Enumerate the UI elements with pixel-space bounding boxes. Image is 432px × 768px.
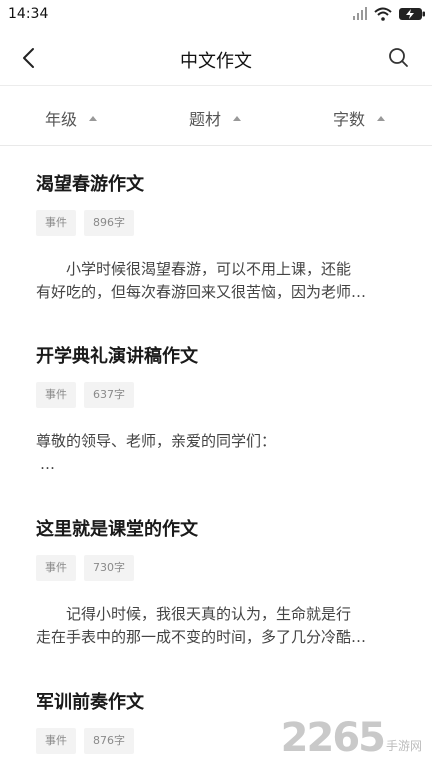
list-item[interactable]: 渴望春游作文 事件 896字 小学时候很渴望春游，可以不用上课，还能 有好吃的，…: [36, 172, 396, 304]
wifi-icon: [374, 6, 392, 25]
article-excerpt: 小学时候很渴望春游，可以不用上课，还能 有好吃的，但每次春游回来又很苦恼，因为老…: [36, 258, 396, 304]
word-count-tag: 730字: [84, 555, 134, 581]
word-count-tag: 637字: [84, 382, 134, 408]
filter-label: 字数: [333, 110, 366, 129]
word-count-tag: 876字: [84, 728, 134, 754]
nav-bar: 中文作文: [0, 30, 432, 86]
list-item[interactable]: 这里就是课堂的作文 事件 730字 记得小时候，我很天真的认为，生命就是行 走在…: [36, 517, 396, 649]
sort-arrow-icon: [233, 115, 242, 121]
watermark-text: 手游网: [385, 739, 422, 753]
page-title: 中文作文: [180, 51, 252, 72]
article-excerpt: 记得小时候，我很天真的认为，生命就是行 走在手表中的那一成不变的时间，多了几分冷…: [36, 603, 396, 649]
excerpt-line: 走在手表中的那一成不变的时间，多了几分冷酷…: [36, 628, 367, 646]
watermark-digits: 2265: [280, 715, 386, 761]
article-tags: 事件 730字: [36, 555, 396, 581]
search-button[interactable]: [386, 45, 412, 71]
category-tag: 事件: [36, 555, 76, 581]
article-title: 军训前奏作文: [36, 692, 144, 713]
filter-label: 题材: [189, 110, 222, 129]
status-bar: 14:34: [0, 0, 432, 30]
filter-label: 年级: [45, 110, 78, 129]
filter-grade[interactable]: 年级: [45, 106, 98, 130]
signal-icon: [352, 6, 368, 25]
sort-arrow-icon: [377, 115, 386, 121]
watermark-logo: 2265 手游网: [281, 718, 422, 758]
list-item[interactable]: 开学典礼演讲稿作文 事件 637字 尊敬的领导、老师，亲爱的同学们： …: [36, 344, 396, 476]
article-title: 渴望春游作文: [36, 174, 144, 195]
filter-word-count[interactable]: 字数: [333, 106, 386, 130]
category-tag: 事件: [36, 382, 76, 408]
word-count-tag: 896字: [84, 210, 134, 236]
article-title: 这里就是课堂的作文: [36, 519, 198, 540]
search-icon: [389, 48, 408, 67]
battery-charging-icon: [398, 6, 426, 25]
excerpt-line: 尊敬的领导、老师，亲爱的同学们：: [36, 432, 277, 450]
category-tag: 事件: [36, 210, 76, 236]
filter-theme[interactable]: 题材: [189, 106, 242, 130]
article-title: 开学典礼演讲稿作文: [36, 346, 198, 367]
category-tag: 事件: [36, 728, 76, 754]
status-time: 14:34: [8, 6, 49, 22]
article-tags: 事件 637字: [36, 382, 396, 408]
excerpt-line: 记得小时候，我很天真的认为，生命就是行: [66, 605, 352, 623]
filter-bar: 年级 题材 字数: [0, 86, 432, 146]
status-icons: [352, 6, 426, 25]
article-tags: 事件 896字: [36, 210, 396, 236]
sort-arrow-icon: [89, 115, 98, 121]
article-excerpt: 尊敬的领导、老师，亲爱的同学们： …: [36, 430, 396, 476]
excerpt-line: 有好吃的，但每次春游回来又很苦恼，因为老师…: [36, 283, 367, 301]
excerpt-line: 小学时候很渴望春游，可以不用上课，还能: [66, 260, 352, 278]
excerpt-line: …: [40, 455, 55, 473]
